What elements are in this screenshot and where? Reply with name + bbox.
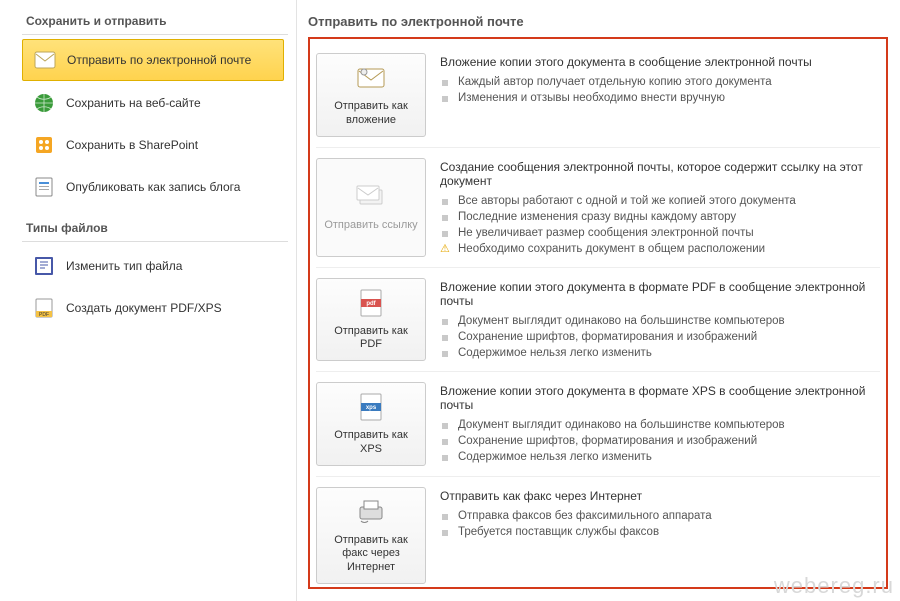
send-option-bullet: Сохранение шрифтов, форматирования и изо… bbox=[440, 329, 880, 345]
main-panel: Отправить по электронной почте Отправить… bbox=[288, 0, 900, 601]
sidebar-item-send-icon-0 bbox=[33, 48, 57, 72]
send-option-button-2[interactable]: pdf Отправить как PDF bbox=[316, 278, 426, 362]
send-option-bullet: Каждый автор получает отдельную копию эт… bbox=[440, 74, 880, 90]
send-option-icon-4 bbox=[355, 496, 387, 528]
sidebar-item-label: Создать документ PDF/XPS bbox=[66, 301, 222, 315]
send-option-bullet: Содержимое нельзя легко изменить bbox=[440, 345, 880, 361]
send-option-headline: Вложение копии этого документа в формате… bbox=[440, 384, 880, 412]
sidebar-item-send-1[interactable]: Сохранить на веб-сайте bbox=[22, 83, 284, 123]
send-option-description: Вложение копии этого документа в формате… bbox=[440, 382, 880, 466]
send-option-bullet: Содержимое нельзя легко изменить bbox=[440, 449, 880, 465]
send-option-description: Отправить как факс через Интернет Отправк… bbox=[440, 487, 880, 584]
send-option-row: pdf Отправить как PDF Вложение копии этого… bbox=[316, 268, 880, 373]
svg-text:PDF: PDF bbox=[39, 312, 49, 318]
sidebar: Сохранить и отправить Отправить по элект… bbox=[0, 0, 288, 601]
sidebar-item-send-2[interactable]: Сохранить в SharePoint bbox=[22, 125, 284, 165]
sidebar-item-label: Сохранить в SharePoint bbox=[66, 138, 198, 152]
send-option-headline: Отправить как факс через Интернет bbox=[440, 489, 880, 503]
send-option-bullet: Последние изменения сразу видны каждому … bbox=[440, 209, 880, 225]
send-option-button-3[interactable]: xps Отправить как XPS bbox=[316, 382, 426, 466]
send-option-button-label: Отправить как PDF bbox=[323, 325, 419, 353]
sidebar-item-send-icon-3 bbox=[32, 175, 56, 199]
send-option-headline: Создание сообщения электронной почты, ко… bbox=[440, 160, 880, 188]
send-option-description: Вложение копии этого документа в сообщен… bbox=[440, 53, 880, 137]
send-option-button-label: Отправить ссылку bbox=[324, 219, 417, 233]
send-option-icon-3: xps bbox=[355, 391, 387, 423]
send-option-description: Вложение копии этого документа в формате… bbox=[440, 278, 880, 362]
send-option-button-0[interactable]: Отправить как вложение bbox=[316, 53, 426, 137]
send-option-bullet: Документ выглядит одинаково на большинст… bbox=[440, 313, 880, 329]
send-option-button-label: Отправить как вложение bbox=[323, 100, 419, 128]
send-option-bullet: Документ выглядит одинаково на большинст… bbox=[440, 417, 880, 433]
highlighted-options-box: Отправить как вложение Вложение копии это… bbox=[308, 37, 888, 589]
send-option-headline: Вложение копии этого документа в сообщен… bbox=[440, 55, 880, 69]
sidebar-heading-save-send: Сохранить и отправить bbox=[22, 8, 288, 35]
sidebar-item-label: Изменить тип файла bbox=[66, 259, 182, 273]
send-option-bullet: Отправка факсов без факсимильного аппара… bbox=[440, 508, 880, 524]
send-option-button-4[interactable]: Отправить как факс через Интернет bbox=[316, 487, 426, 584]
sidebar-item-send-0[interactable]: Отправить по электронной почте bbox=[22, 39, 284, 81]
send-option-bullet: Все авторы работают с одной и той же коп… bbox=[440, 193, 880, 209]
sidebar-item-filetype-1[interactable]: PDF Создать документ PDF/XPS bbox=[22, 288, 284, 328]
sidebar-item-filetype-icon-1: PDF bbox=[32, 296, 56, 320]
sidebar-item-label: Опубликовать как запись блога bbox=[66, 180, 240, 194]
sidebar-heading-file-types: Типы файлов bbox=[22, 215, 288, 242]
send-option-bullet: Не увеличивает размер сообщения электрон… bbox=[440, 225, 880, 241]
sidebar-item-filetype-0[interactable]: Изменить тип файла bbox=[22, 246, 284, 286]
send-option-button-label: Отправить как XPS bbox=[323, 429, 419, 457]
send-option-icon-1 bbox=[355, 181, 387, 213]
send-option-bullet: Требуется поставщик службы факсов bbox=[440, 524, 880, 540]
sidebar-item-send-3[interactable]: Опубликовать как запись блога bbox=[22, 167, 284, 207]
send-option-bullet: Изменения и отзывы необходимо внести вру… bbox=[440, 90, 880, 106]
send-option-row: Отправить ссылку Создание сообщения элект… bbox=[316, 148, 880, 268]
send-option-button-label: Отправить как факс через Интернет bbox=[323, 534, 419, 575]
svg-text:xps: xps bbox=[366, 405, 377, 411]
sidebar-item-filetype-icon-0 bbox=[32, 254, 56, 278]
send-option-row: Отправить как вложение Вложение копии это… bbox=[316, 43, 880, 148]
svg-text:pdf: pdf bbox=[366, 301, 376, 307]
main-title: Отправить по электронной почте bbox=[308, 8, 888, 37]
sidebar-item-label: Отправить по электронной почте bbox=[67, 53, 251, 67]
send-option-bullet: Сохранение шрифтов, форматирования и изо… bbox=[440, 433, 880, 449]
sidebar-item-label: Сохранить на веб-сайте bbox=[66, 96, 201, 110]
send-option-headline: Вложение копии этого документа в формате… bbox=[440, 280, 880, 308]
send-option-description: Создание сообщения электронной почты, ко… bbox=[440, 158, 880, 257]
sidebar-item-send-icon-1 bbox=[32, 91, 56, 115]
send-option-icon-0 bbox=[355, 62, 387, 94]
send-option-icon-2: pdf bbox=[355, 287, 387, 319]
sidebar-item-send-icon-2 bbox=[32, 133, 56, 157]
send-option-warning: Необходимо сохранить документ в общем ра… bbox=[440, 241, 880, 257]
send-option-button-1: Отправить ссылку bbox=[316, 158, 426, 257]
send-option-row: xps Отправить как XPS Вложение копии этого… bbox=[316, 372, 880, 477]
send-option-row: Отправить как факс через ИнтернетОтправи… bbox=[316, 477, 880, 590]
